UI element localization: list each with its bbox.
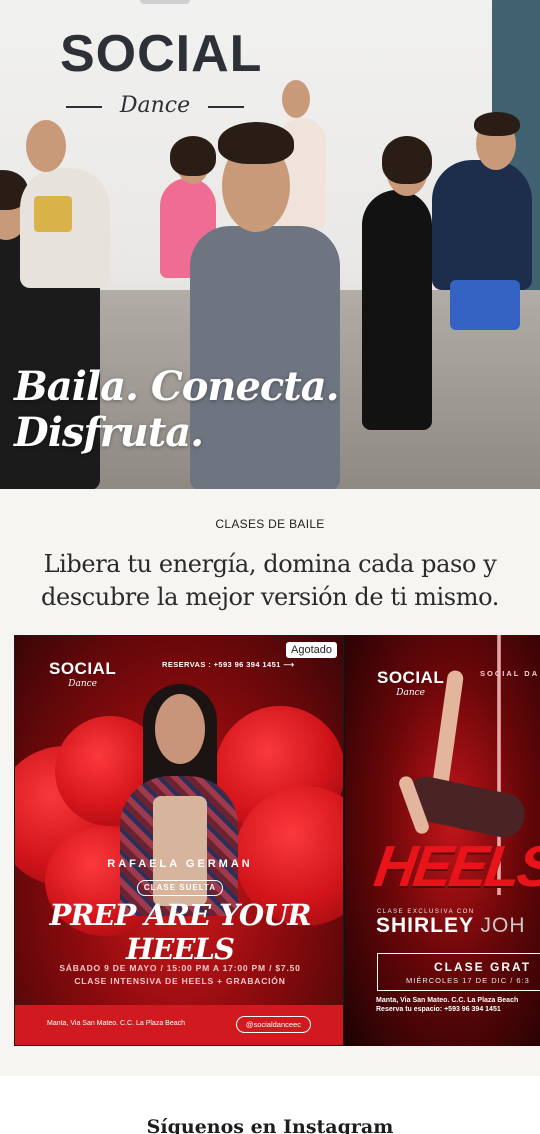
card-info-box: CLASE GRAT MIÉRCOLES 17 DE DIC / 6:3: [377, 953, 540, 991]
dancer-head: [282, 80, 310, 118]
card-instagram-handle: @socialdanceec: [235, 1016, 311, 1033]
card-top-right: SOCIAL DA: [480, 669, 540, 678]
card-reservas-text: RESERVAS : +593 96 394 1451: [162, 660, 281, 669]
card-subtitle: CLASE INTENSIVA DE HEELS + GRABACIÓN: [74, 976, 286, 986]
section-lead: Libera tu energía, domina cada paso y de…: [0, 548, 540, 614]
dancer-hair: [382, 136, 432, 184]
model-face: [155, 694, 205, 764]
class-card-prepare-your-heels[interactable]: SOCIAL Dance RESERVAS : +593 96 394 1451…: [14, 635, 344, 1046]
section-lead-line2: descubre la mejor versión de ti mismo.: [41, 583, 499, 611]
card-footer: Manta, Via San Mateo. C.C. La Plaza Beac…: [15, 1005, 343, 1045]
card-reserva: Reserva tu espacio: +593 96 394 1451: [376, 1006, 501, 1013]
card-title: PREP ARE YOUR HEELS: [49, 898, 311, 966]
wall-logo-sub: Dance: [60, 86, 250, 126]
dancer-black: [362, 190, 432, 430]
wall-logo-script: Dance: [119, 93, 191, 118]
card-logo: SOCIAL Dance: [377, 669, 444, 698]
section-eyebrow: CLASES DE BAILE: [215, 517, 325, 531]
hero-headline-line2: Disfruta.: [14, 409, 204, 456]
dancer-hair: [474, 112, 520, 136]
wall-logo: SOCIAL Dance: [60, 25, 263, 148]
card-instructor: SHIRLEY JOH: [376, 914, 525, 938]
ceiling-fixture: [140, 0, 190, 4]
hero-headline-line1: Baila. Conecta.: [14, 363, 340, 410]
classes-carousel[interactable]: SOCIAL Dance RESERVAS : +593 96 394 1451…: [14, 635, 540, 1046]
dancer-navy: [432, 160, 532, 290]
card-logo-word: SOCIAL: [49, 659, 117, 678]
dancer-hair: [218, 122, 294, 164]
instructor-last: JOH: [480, 914, 526, 937]
card-address: Manta, Via San Mateo. C.C. La Plaza Beac…: [376, 997, 519, 1004]
card-logo: SOCIAL Dance: [49, 660, 116, 689]
logo-divider: [208, 106, 244, 108]
shirt-print: [34, 196, 72, 232]
sold-out-badge: Agotado: [286, 642, 337, 658]
card-box-title: CLASE GRAT: [434, 960, 532, 974]
dancer-hair: [170, 136, 216, 176]
section-lead-line1: Libera tu energía, domina cada paso y: [43, 550, 497, 578]
logo-divider: [66, 106, 102, 108]
card-title: HEELST: [370, 834, 540, 899]
wall-logo-word: SOCIAL: [60, 25, 263, 83]
card-logo-script: Dance: [68, 679, 97, 689]
dancer-shorts: [450, 280, 520, 330]
card-box-date: MIÉRCOLES 17 DE DIC / 6:3: [406, 976, 530, 985]
card-reservas: RESERVAS : +593 96 394 1451 ⟶: [162, 660, 294, 669]
card-pill: CLASE SUELTA: [137, 880, 223, 896]
instagram-title: Síguenos en Instagram: [146, 1116, 394, 1134]
class-card-heels[interactable]: SOCIAL Dance SOCIAL DA HEELST CLASE EXCL…: [344, 635, 540, 1046]
card-date: SÁBADO 9 DE MAYO / 15:00 PM A 17:00 PM /…: [59, 963, 301, 973]
card-logo-script: Dance: [396, 688, 425, 698]
instructor-first: SHIRLEY: [376, 914, 474, 937]
arrow-right-icon: ⟶: [283, 660, 295, 669]
card-address: Manta, Via San Mateo. C.C. La Plaza Beac…: [47, 1020, 186, 1027]
hero-section: SOCIAL Dance Baila. Conecta. Disfruta.: [0, 0, 540, 489]
card-logo-word: SOCIAL: [377, 668, 445, 687]
card-instructor: RAFAELA GERMAN: [107, 858, 253, 870]
dancer-head: [26, 120, 66, 172]
hero-headline: Baila. Conecta. Disfruta.: [14, 364, 354, 456]
